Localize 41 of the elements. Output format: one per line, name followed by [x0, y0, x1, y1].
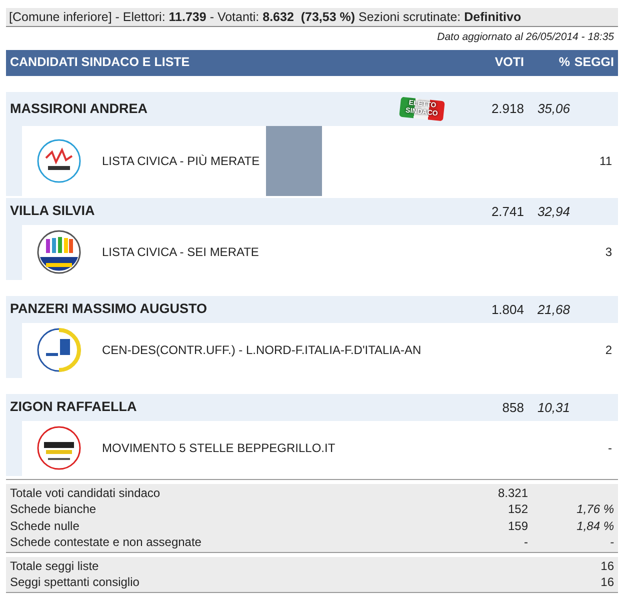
vote-count: 2.741: [490, 202, 524, 220]
seat-count: 3: [604, 244, 612, 262]
totals-percent: 1,76 %: [576, 501, 614, 518]
vote-count: 1.804: [490, 300, 524, 318]
totals-votes: 152: [506, 501, 528, 518]
table-header: CANDIDATI SINDACO E LISTE VOTI % SEGGI: [6, 50, 618, 76]
seats-label: Seggi spettanti consiglio: [10, 574, 140, 591]
list-name: MOVIMENTO 5 STELLE BEPPEGRILLO.IT: [101, 440, 336, 458]
vote-percent: 32,94: [536, 202, 570, 220]
list-name: LISTA CIVICA - PIÙ MERATE: [101, 152, 261, 170]
totals-percent: -: [609, 534, 614, 551]
party-logo-icon: [36, 138, 82, 184]
totals-label: Schede bianche: [10, 501, 98, 518]
party-logo-icon: [36, 229, 82, 276]
totals-label: Schede nulle: [10, 518, 80, 534]
totals-label: Totale voti candidati sindaco: [10, 484, 162, 502]
vote-percent: 21,68: [536, 300, 570, 318]
totals-percent: 1,84 %: [576, 518, 614, 534]
seats-label: Totale seggi liste: [10, 558, 100, 574]
list-name: CEN-DES(CONTR.UFF.) - L.NORD-F.ITALIA-F.D'ITALIA-AN: [101, 342, 422, 360]
candidate-name: PANZERI MASSIMO AUGUSTO: [10, 300, 208, 318]
party-logo-icon: [36, 425, 82, 472]
seat-count: 2: [604, 342, 612, 360]
seats-value: 16: [600, 558, 614, 574]
vote-percent: 35,06: [536, 100, 570, 118]
list-name: LISTA CIVICA - SEI MERATE: [101, 244, 259, 262]
totals-label: Schede contestate e non assegnate: [10, 534, 202, 551]
totals-votes: 159: [506, 518, 528, 534]
vote-percent: 10,31: [536, 398, 570, 416]
vote-count: 2.918: [490, 100, 524, 118]
totals-votes: 8.321: [496, 484, 528, 502]
vote-count: 858: [501, 398, 524, 416]
seat-count: 11: [598, 152, 612, 170]
seats-value: 16: [600, 574, 614, 591]
totals-votes: -: [523, 534, 528, 551]
candidate-name: ZIGON RAFFAELLA: [10, 398, 138, 416]
seat-count: -: [607, 440, 612, 458]
party-logo-icon: [36, 327, 82, 374]
candidate-name: VILLA SILVIA: [10, 202, 96, 220]
update-timestamp: Dato aggiornato al 26/05/2014 - 18:35: [436, 30, 615, 45]
candidate-name: MASSIRONI ANDREA: [10, 100, 149, 118]
